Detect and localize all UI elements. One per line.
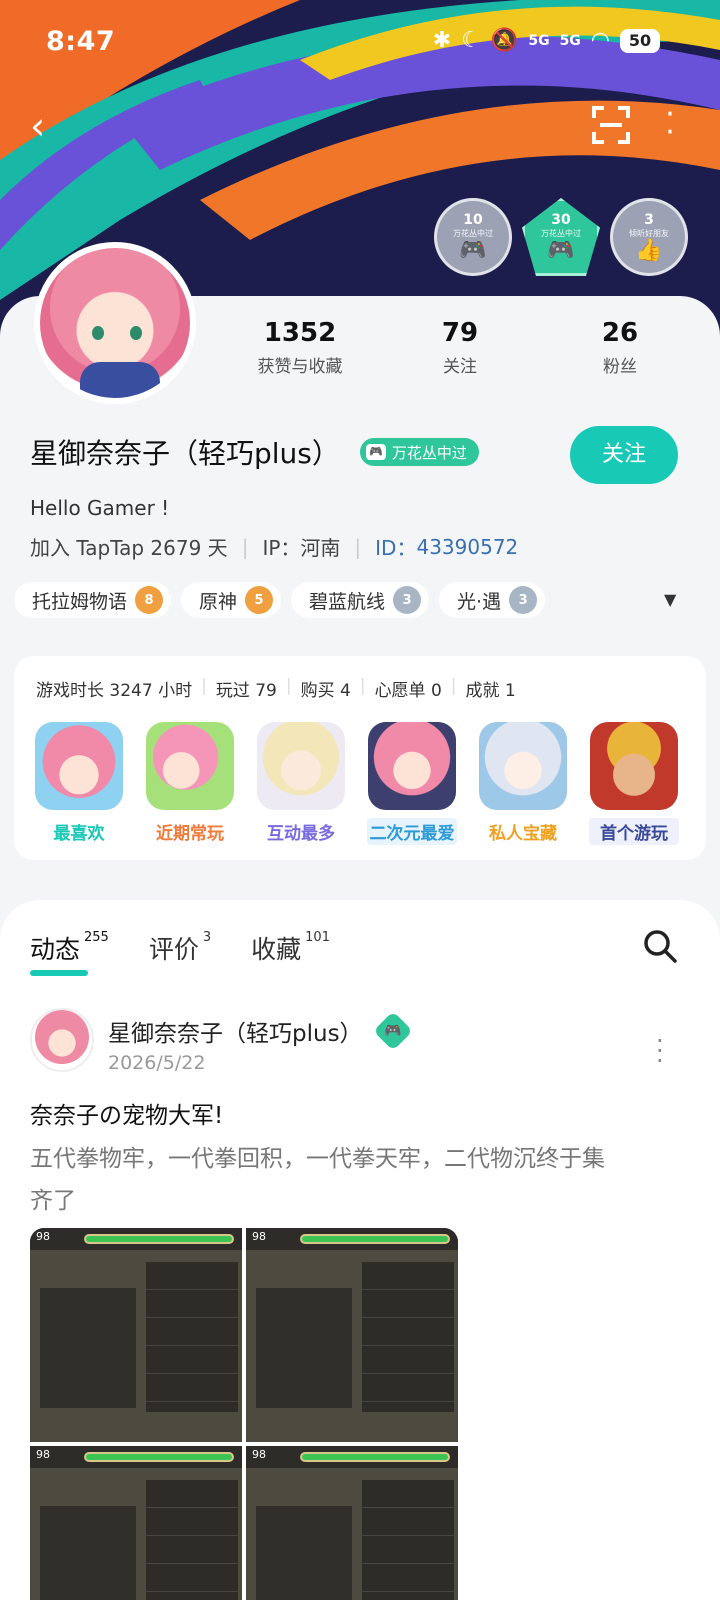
post-author-avatar[interactable] [30, 1008, 94, 1072]
medal-list: 10 万花丛中过 🎮 30 万花丛中过 🎮 3 倾听好朋友 👍 [434, 198, 688, 276]
post-image[interactable]: 98 [30, 1228, 242, 1442]
ip-location: IP：河南 [262, 536, 341, 560]
signal-5g-icon-2: 5G [559, 32, 581, 49]
scan-icon[interactable] [592, 106, 630, 144]
game-icon [368, 722, 456, 810]
game-item-recent[interactable]: 近期常玩 [145, 722, 235, 845]
profile-bio: Hello Gamer ! [30, 496, 170, 520]
medal-item[interactable]: 30 万花丛中过 🎮 [522, 198, 600, 276]
game-icon [35, 722, 123, 810]
game-item-favorite[interactable]: 最喜欢 [34, 722, 124, 845]
search-icon[interactable] [642, 928, 678, 964]
content-tabs: 动态 255 评价 3 收藏 101 [30, 930, 330, 976]
expand-tags-icon[interactable]: ▼ [664, 590, 676, 609]
game-item-treasure[interactable]: 私人宝藏 [478, 722, 568, 845]
profile-meta: 加入 TapTap 2679 天 | IP：河南 | ID： 43390572 [30, 532, 518, 561]
games-card[interactable]: 游戏时长 3247 小时 | 玩过 79 | 购买 4 | 心愿单 0 | 成就 1 最… [14, 656, 706, 860]
avatar[interactable] [34, 242, 196, 404]
gamepad-icon: 🎮 [365, 444, 386, 460]
profile-badge[interactable]: 🎮 万花丛中过 [359, 438, 479, 466]
game-tag[interactable]: 托拉姆物语 8 [14, 582, 172, 618]
tab-favorites[interactable]: 收藏 101 [251, 930, 330, 966]
game-icon [590, 722, 678, 810]
level-badge-icon: 3 [509, 586, 538, 614]
level-badge-icon: 8 [135, 586, 164, 614]
game-tag-list: 托拉姆物语 8 原神 5 碧蓝航线 3 光·遇 3 [14, 582, 546, 618]
stat-following[interactable]: 79 关注 [380, 318, 540, 377]
post-body: 五代拳物牢，一代拳回积，一代拳天牢，二代物沉终于集齐了 [30, 1146, 605, 1214]
post-title: 奈奈子の宠物大军! [30, 1103, 224, 1129]
game-tag[interactable]: 原神 5 [181, 582, 282, 618]
post-image-grid[interactable]: 98 98 98 98 [30, 1228, 458, 1600]
follow-button[interactable]: 关注 [570, 426, 678, 484]
post-image[interactable]: 98 [246, 1228, 458, 1442]
game-icon-list: 最喜欢 近期常玩 互动最多 二次元最爱 私人宝藏 首个游玩 [34, 722, 679, 845]
game-tag[interactable]: 光·遇 3 [439, 582, 546, 618]
level-badge-icon: 3 [393, 586, 422, 614]
profile-stats: 1352 获赞与收藏 79 关注 26 粉丝 [220, 318, 700, 377]
signal-5g-icon: 5G [528, 32, 550, 49]
profile-name: 星御奈奈子（轻巧plus） [30, 437, 340, 470]
post-more-icon[interactable]: · · · [656, 1029, 664, 1073]
game-item-first[interactable]: 首个游玩 [589, 722, 679, 845]
tab-reviews[interactable]: 评价 3 [149, 930, 211, 966]
join-days: 加入 TapTap 2679 天 [30, 536, 228, 560]
user-id[interactable]: 43390572 [416, 535, 518, 559]
status-bar: 8:47 ✱ ☾ 🔕 5G 5G ◠ 50 [0, 0, 720, 84]
profile-name-row: 星御奈奈子（轻巧plus） 🎮 万花丛中过 [30, 432, 479, 472]
game-icon [146, 722, 234, 810]
stat-followers[interactable]: 26 粉丝 [540, 318, 700, 377]
verified-badge-icon: 🎮 [372, 1011, 413, 1051]
status-icons: ✱ ☾ 🔕 5G 5G ◠ 50 [433, 28, 660, 53]
active-tab-indicator [30, 970, 88, 976]
game-item-anime[interactable]: 二次元最爱 [367, 722, 457, 845]
level-badge-icon: 5 [245, 586, 274, 614]
game-icon [257, 722, 345, 810]
game-icon [479, 722, 567, 810]
bluetooth-icon: ✱ [432, 28, 452, 53]
medal-item[interactable]: 10 万花丛中过 🎮 [434, 198, 512, 276]
game-item-interactive[interactable]: 互动最多 [256, 722, 346, 845]
mute-icon: 🔕 [490, 28, 519, 53]
gamepad-icon: 🎮 [459, 237, 487, 263]
stat-likes[interactable]: 1352 获赞与收藏 [220, 318, 380, 377]
wifi-icon: ◠ [590, 28, 610, 53]
post-image[interactable]: 98 [30, 1446, 242, 1600]
battery-icon: 50 [620, 28, 660, 53]
post-author[interactable]: 星御奈奈子（轻巧plus） 🎮 [108, 1011, 413, 1051]
status-time: 8:47 [46, 26, 116, 57]
moon-icon: ☾ [461, 28, 481, 53]
back-icon[interactable]: ‹ [30, 106, 60, 146]
medal-item[interactable]: 3 倾听好朋友 👍 [610, 198, 688, 276]
more-options-icon[interactable]: · · [664, 100, 676, 148]
game-tag[interactable]: 碧蓝航线 3 [291, 582, 430, 618]
post-date: 2026/5/22 [108, 1052, 206, 1074]
games-stats: 游戏时长 3247 小时 | 玩过 79 | 购买 4 | 心愿单 0 | 成就 1 [36, 676, 516, 701]
gamepad-icon: 🎮 [547, 237, 575, 263]
user-id-label: ID： [375, 536, 417, 560]
thumbs-up-icon: 👍 [635, 237, 663, 263]
post-image[interactable]: 98 [246, 1446, 458, 1600]
tab-posts[interactable]: 动态 255 [30, 930, 109, 976]
